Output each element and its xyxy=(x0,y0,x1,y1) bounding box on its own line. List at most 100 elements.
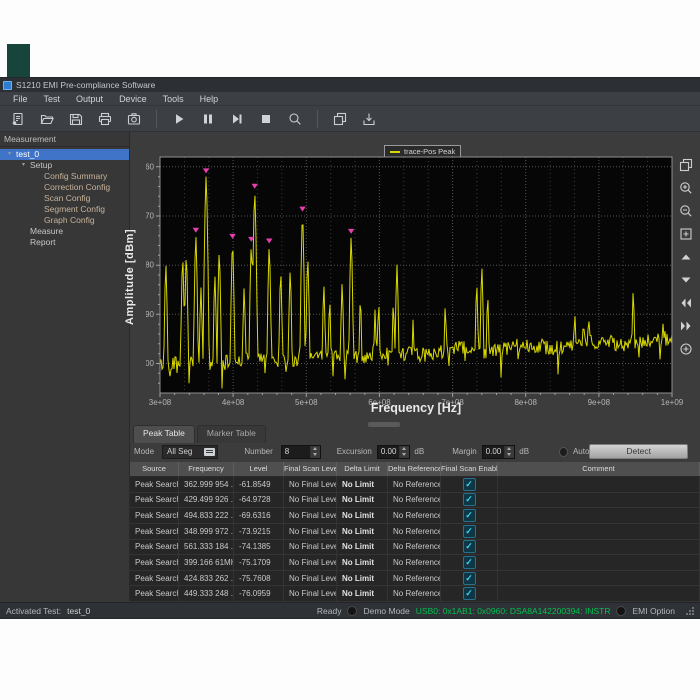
column-header-final-scan-enable[interactable]: Final Scan Enable xyxy=(441,462,498,476)
print-button[interactable] xyxy=(95,109,115,129)
tab-marker-table[interactable]: Marker Table xyxy=(197,425,266,443)
cell-delta-limit: No Limit xyxy=(337,493,388,508)
column-header-frequency[interactable]: Frequency xyxy=(179,462,234,476)
auto-radio[interactable] xyxy=(559,447,568,457)
expander-icon[interactable]: ▾ xyxy=(8,149,16,160)
resume-button[interactable] xyxy=(227,109,247,129)
cell-final-scan-level: No Final Level xyxy=(284,508,337,523)
final-scan-enable-checkbox[interactable]: ✓ xyxy=(463,509,476,522)
scroll-up-icon xyxy=(679,250,693,264)
add-marker-button[interactable] xyxy=(677,340,695,358)
menu-file[interactable]: File xyxy=(6,93,35,105)
column-header-delta-reference[interactable]: Delta Reference xyxy=(388,462,441,476)
final-scan-enable-checkbox[interactable]: ✓ xyxy=(463,556,476,569)
copy-button[interactable] xyxy=(330,109,350,129)
cell-level: -75.1709 xyxy=(234,555,284,570)
title-bar: S1210 EMI Pre-compliance Software xyxy=(0,78,700,92)
cell-comment xyxy=(498,524,700,539)
cell-final-scan-level: No Final Level xyxy=(284,571,337,586)
tree-item-graph-config[interactable]: Graph Config xyxy=(0,215,129,226)
tree-item-config-summary[interactable]: Config Summary xyxy=(0,171,129,182)
run-button[interactable] xyxy=(169,109,189,129)
tree-item-label: test_0 xyxy=(16,149,39,159)
scroll-left-button[interactable] xyxy=(677,294,695,312)
save-button[interactable] xyxy=(66,109,86,129)
pause-button[interactable] xyxy=(198,109,218,129)
menu-help[interactable]: Help xyxy=(193,93,226,105)
margin-stepper[interactable] xyxy=(504,446,514,458)
scroll-up-button[interactable] xyxy=(677,248,695,266)
duplicate-button[interactable] xyxy=(677,156,695,174)
cell-comment xyxy=(498,477,700,492)
search-button[interactable] xyxy=(285,109,305,129)
copy-icon xyxy=(333,112,347,126)
tree-item-setup[interactable]: ▾Setup xyxy=(0,160,129,171)
cell-comment xyxy=(498,540,700,555)
number-stepper[interactable] xyxy=(310,446,320,458)
zoom-in-button[interactable] xyxy=(677,179,695,197)
table-row[interactable]: Peak Search348.999 972 ...-73.9215No Fin… xyxy=(130,524,700,540)
final-scan-enable-checkbox[interactable]: ✓ xyxy=(463,478,476,491)
table-row[interactable]: Peak Search399.166 61MHz-75.1709No Final… xyxy=(130,555,700,571)
content-area: Measurement ▾test_0▾SetupConfig SummaryC… xyxy=(0,132,700,602)
scroll-down-button[interactable] xyxy=(677,271,695,289)
resize-grip[interactable] xyxy=(685,606,694,615)
column-header-level[interactable]: Level xyxy=(234,462,284,476)
stop-button[interactable] xyxy=(256,109,276,129)
menu-test[interactable]: Test xyxy=(37,93,68,105)
tree-item-segment-config[interactable]: Segment Config xyxy=(0,204,129,215)
table-row[interactable]: Peak Search362.999 954 ...-61.8549No Fin… xyxy=(130,477,700,493)
column-header-delta-limit[interactable]: Delta Limit xyxy=(337,462,388,476)
column-header-comment[interactable]: Comment xyxy=(498,462,700,476)
margin-input[interactable]: 0.00 xyxy=(482,445,516,459)
zoom-out-button[interactable] xyxy=(677,202,695,220)
open-button[interactable] xyxy=(37,109,57,129)
tab-peak-table[interactable]: Peak Table xyxy=(133,425,195,443)
cell-final-scan-enable: ✓ xyxy=(441,586,498,601)
export-button[interactable] xyxy=(359,109,379,129)
tree-item-report[interactable]: Report xyxy=(0,237,129,248)
tree-item-measure[interactable]: Measure xyxy=(0,226,129,237)
table-row[interactable]: Peak Search429.499 926 ...-64.9728No Fin… xyxy=(130,493,700,509)
detect-button[interactable]: Detect xyxy=(589,444,688,459)
table-row[interactable]: Peak Search561.333 184 ...-74.1385No Fin… xyxy=(130,540,700,556)
spectrum-chart[interactable]: 3e+084e+085e+086e+087e+088e+089e+081e+09… xyxy=(146,155,690,407)
mode-dropdown[interactable]: All Seg xyxy=(162,445,218,459)
table-row[interactable]: Peak Search449.333 248 ...-76.0959No Fin… xyxy=(130,586,700,602)
cell-final-scan-level: No Final Level xyxy=(284,477,337,492)
table-row[interactable]: Peak Search424.833 262 ...-75.7608No Fin… xyxy=(130,571,700,587)
menu-output[interactable]: Output xyxy=(69,93,110,105)
menu-tools[interactable]: Tools xyxy=(156,93,191,105)
peak-table: SourceFrequencyLevelFinal Scan LevelDelt… xyxy=(130,462,700,602)
column-header-source[interactable]: Source xyxy=(130,462,179,476)
zoom-in-icon xyxy=(679,181,693,195)
table-header: SourceFrequencyLevelFinal Scan LevelDelt… xyxy=(130,462,700,477)
tree-item-scan-config[interactable]: Scan Config xyxy=(0,193,129,204)
final-scan-enable-checkbox[interactable]: ✓ xyxy=(463,587,476,600)
final-scan-enable-checkbox[interactable]: ✓ xyxy=(463,493,476,506)
table-row[interactable]: Peak Search494.833 222 ...-69.6316No Fin… xyxy=(130,508,700,524)
column-header-final-scan-level[interactable]: Final Scan Level xyxy=(284,462,337,476)
tree-item-test-0[interactable]: ▾test_0 xyxy=(0,149,129,160)
cell-comment xyxy=(498,508,700,523)
final-scan-enable-checkbox[interactable]: ✓ xyxy=(463,572,476,585)
screenshot-button[interactable] xyxy=(124,109,144,129)
emi-option-label: EMI Option xyxy=(632,606,675,616)
measurement-sidebar: Measurement ▾test_0▾SetupConfig SummaryC… xyxy=(0,132,130,602)
excursion-input[interactable]: 0.00 xyxy=(377,445,411,459)
final-scan-enable-checkbox[interactable]: ✓ xyxy=(463,540,476,553)
zoom-fit-button[interactable] xyxy=(677,225,695,243)
cell-source: Peak Search xyxy=(130,586,179,601)
number-input[interactable]: 8 xyxy=(281,445,321,459)
tree-item-correction-config[interactable]: Correction Config xyxy=(0,182,129,193)
cell-final-scan-level: No Final Level xyxy=(284,493,337,508)
new-report-button[interactable] xyxy=(8,109,28,129)
expander-icon[interactable]: ▾ xyxy=(22,160,30,171)
final-scan-enable-checkbox[interactable]: ✓ xyxy=(463,525,476,538)
panel-splitter-handle[interactable] xyxy=(368,422,400,427)
cell-frequency: 449.333 248 ... xyxy=(179,586,234,601)
excursion-stepper[interactable] xyxy=(399,446,409,458)
menu-device[interactable]: Device xyxy=(112,93,154,105)
scroll-right-button[interactable] xyxy=(677,317,695,335)
cell-delta-limit: No Limit xyxy=(337,508,388,523)
